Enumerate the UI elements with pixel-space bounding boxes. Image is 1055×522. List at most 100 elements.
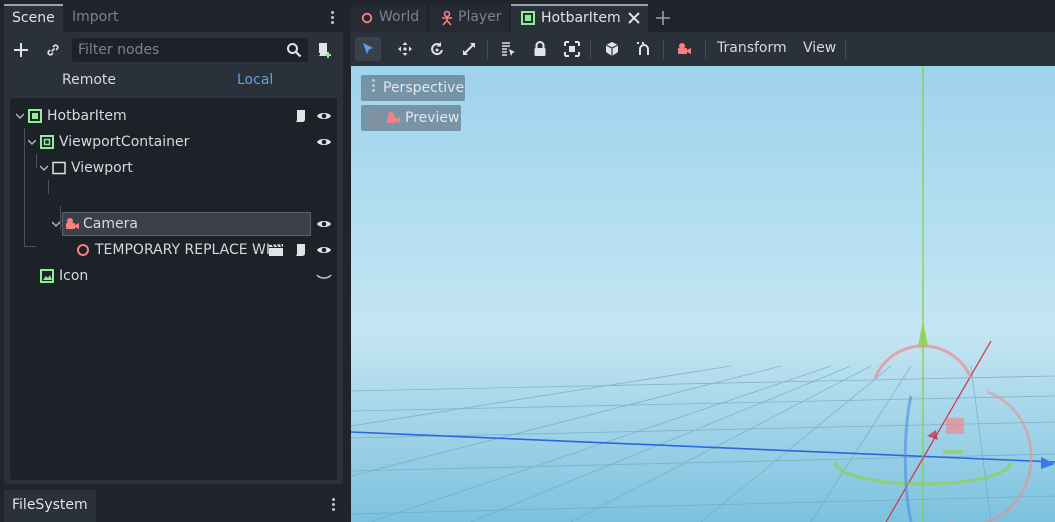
link-icon [47,44,59,56]
script-add-icon [317,43,331,58]
spatial-node-icon [361,12,373,24]
perspective-label: Perspective [383,80,465,96]
move-mode-button[interactable] [392,37,418,61]
tree-row-label: HotbarItem [47,108,127,124]
cursor-arrow-icon [363,43,373,54]
tree-row-viewportcontainer[interactable]: ViewportContainer [10,129,337,155]
cube-icon [605,42,619,56]
scene-tab-label: Player [458,9,502,25]
snap-magnet-icon [637,42,649,55]
visibility-eye-icon[interactable] [316,217,332,231]
group-icon [564,41,580,57]
instanced-scene-icon[interactable] [268,243,284,257]
viewport-scene-render [351,66,1055,522]
chevron-down-icon[interactable] [40,164,48,172]
scene-dock-tabs: Scene Import [4,4,343,32]
instance-scene-button[interactable] [42,38,64,62]
tree-row-label: Icon [59,268,89,284]
tree-row-label: TEMPORARY REPLACE WI [95,242,271,258]
tab-filesystem[interactable]: FileSystem [4,490,96,522]
filesystem-dock-tabs: FileSystem [0,490,347,522]
plus-icon [14,43,28,57]
scale-mode-button[interactable] [456,37,482,61]
control-node-icon [521,11,535,25]
rotate-icon [431,42,443,56]
local-space-button[interactable] [599,37,625,61]
scene-tab-hotbaritem[interactable]: HotbarItem [511,4,648,32]
tree-row-icon[interactable]: Icon [10,263,337,289]
tree-row-label: ViewportContainer [59,134,190,150]
script-icon[interactable] [292,242,308,258]
tab-scene[interactable]: Scene [4,4,63,32]
script-icon[interactable] [292,108,308,124]
texture-rect-icon [40,269,54,283]
toolbar-separator [663,39,664,59]
camera-icon [66,218,79,229]
chevron-down-icon[interactable] [52,220,60,228]
camera-icon [387,112,400,123]
visibility-eye-icon[interactable] [316,243,332,257]
local-tab[interactable]: Local [237,72,273,88]
scene-tree: HotbarItem ViewportContainer Viewport Ca… [10,98,337,480]
viewport-icon [52,161,66,175]
spatial-node-icon [77,244,89,256]
visibility-eye-icon[interactable] [316,109,332,123]
rotate-mode-button[interactable] [424,37,450,61]
viewport-menu-icon [365,77,381,97]
transform-menu[interactable]: Transform [717,40,787,56]
snap-button[interactable] [631,37,657,61]
toolbar-separator [487,39,488,59]
preview-checkbox[interactable] [367,111,381,125]
camera-override-button[interactable] [671,37,697,61]
scene-tab-world[interactable]: World [351,4,427,32]
scene-dock: Remote Local HotbarItem Vi [4,32,343,484]
search-icon [287,43,302,58]
close-icon[interactable] [628,12,640,24]
camera-icon [678,43,691,54]
tree-row-label: Viewport [71,160,133,176]
tab-import[interactable]: Import [64,4,126,32]
list-select-button[interactable] [495,37,521,61]
tree-row-viewport[interactable]: Viewport [10,155,337,181]
left-dock: Scene Import Remote Local [0,0,347,522]
scene-tabs: World Player HotbarItem [350,4,1055,32]
chevron-down-icon[interactable] [28,138,36,146]
camera-preview-toggle[interactable]: Preview [361,105,461,131]
move-icon [398,42,412,56]
toolbar-separator [590,39,591,59]
toolbar-separator [705,39,706,59]
filter-nodes-field[interactable] [72,38,308,62]
viewport-container-icon [40,135,54,149]
list-select-icon [502,42,515,56]
control-node-icon [28,109,42,123]
dock-menu-icon[interactable] [325,496,341,516]
lock-icon [534,41,546,56]
tree-row-hotbaritem[interactable]: HotbarItem [10,103,337,129]
main-editor: World Player HotbarItem Transform View P… [350,0,1055,522]
group-button[interactable] [559,37,585,61]
view-menu[interactable]: View [803,40,836,56]
lock-button[interactable] [527,37,553,61]
tree-row-temporary-replace[interactable]: TEMPORARY REPLACE WI [10,237,337,263]
remote-tab[interactable]: Remote [62,72,116,88]
select-mode-button[interactable] [355,37,381,61]
visibility-hidden-icon[interactable] [316,272,332,282]
new-scene-tab-plus-icon[interactable] [655,10,671,26]
kinematic-body-icon [442,10,452,26]
scene-tab-player[interactable]: Player [430,4,509,32]
3d-viewport[interactable]: Perspective Preview [351,66,1055,522]
tree-guide [48,180,49,194]
toolbar-separator [845,39,846,59]
filter-nodes-input[interactable] [78,40,278,60]
attach-script-button[interactable] [312,38,336,62]
scene-tab-label: HotbarItem [541,10,621,26]
chevron-down-icon[interactable] [16,112,24,120]
visibility-eye-icon[interactable] [316,135,332,149]
tree-row-label: Camera [83,216,138,232]
spatial-editor-toolbar: Transform View [350,32,1055,66]
add-node-button[interactable] [10,38,32,62]
preview-label: Preview [405,110,460,126]
tree-row-camera[interactable]: Camera [10,211,337,237]
dock-menu-icon[interactable] [324,9,340,29]
perspective-menu-button[interactable]: Perspective [361,75,465,101]
